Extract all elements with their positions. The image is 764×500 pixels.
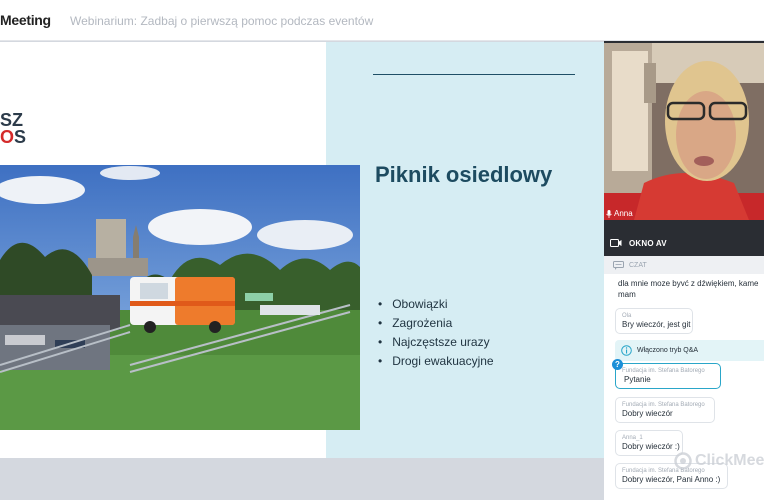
message-author: Anna_1 <box>622 435 643 441</box>
slide-title: Piknik osiedlowy <box>375 162 553 187</box>
message-author: Fundacja im. Stefana Batorego <box>622 368 705 374</box>
message-text: Dobry wieczór, Pani Anno :) <box>622 475 721 484</box>
slide-bullet: Obowiązki <box>378 295 494 314</box>
slide-bullet: Drogi ewakuacyjne <box>378 352 493 371</box>
chat-message-partial: dla mnie moze byvć z dźwiękiem, kame mam <box>618 278 759 300</box>
app-logo: Meeting <box>0 12 51 28</box>
watermark-text: ClickMee <box>695 452 764 469</box>
slide-logo-line2: S <box>14 127 27 147</box>
slide-right-panel <box>326 42 604 458</box>
webinar-title: Webinarium: Zadbaj o pierwszą pomoc podc… <box>70 14 374 28</box>
camera-icon <box>610 239 622 247</box>
message-author: Ola <box>622 313 632 319</box>
slide-bullet-list: Obowiązki Zagrożenia Najczęstsze urazy D… <box>378 295 494 371</box>
slide-logo-o: O <box>0 127 15 147</box>
participant-name: Anna <box>614 209 633 218</box>
microphone-icon <box>606 209 612 218</box>
chat-message: Anna_1 Dobry wieczór :) <box>615 430 683 456</box>
info-icon <box>621 345 632 356</box>
message-text: Pytanie <box>624 375 651 384</box>
message-text: dla mnie moze byvć z dźwiękiem, kame <box>618 279 759 288</box>
clickmeeting-watermark: ClickMee <box>674 452 764 470</box>
presenter-video[interactable] <box>604 43 764 220</box>
qa-mode-notice: Włączono tryb Q&A <box>615 340 764 361</box>
clickmeeting-logo-icon <box>674 452 692 470</box>
presentation-slide: SZ OS Piknik osiedlowy • Obowiązki • Zag… <box>0 42 604 458</box>
top-bar: Meeting Webinarium: Zadbaj o pierwszą po… <box>0 0 764 41</box>
picnic-photo <box>0 165 360 430</box>
chat-message: Ola Bry wieczór, jest git <box>615 308 693 334</box>
question-badge-icon: ? <box>612 359 623 370</box>
av-window-header[interactable]: OKNO AV <box>604 230 764 256</box>
av-window-label: OKNO AV <box>629 238 667 248</box>
slide-bullet: Zagrożenia <box>378 314 494 333</box>
message-author: Fundacja im. Stefana Batorego <box>622 402 705 408</box>
chat-header-label: CZAT <box>629 261 647 269</box>
chat-icon <box>613 260 624 270</box>
message-text: Bry wieczór, jest git <box>622 320 691 329</box>
slide-bullet: Najczęstsze urazy <box>378 333 494 352</box>
message-text: mam <box>618 290 636 299</box>
video-participant-label: Anna <box>606 209 633 218</box>
message-text: Dobry wieczór <box>622 409 673 418</box>
message-text: Dobry wieczór :) <box>622 442 680 451</box>
slide-divider <box>373 74 575 75</box>
chat-message: Fundacja im. Stefana Batorego Dobry wiec… <box>615 397 715 423</box>
qa-notice-text: Włączono tryb Q&A <box>637 347 699 354</box>
slide-logo: SZ OS <box>0 111 27 147</box>
chat-question[interactable]: ? Fundacja im. Stefana Batorego Pytanie <box>612 359 721 389</box>
chat-header[interactable]: CZAT <box>604 256 764 274</box>
